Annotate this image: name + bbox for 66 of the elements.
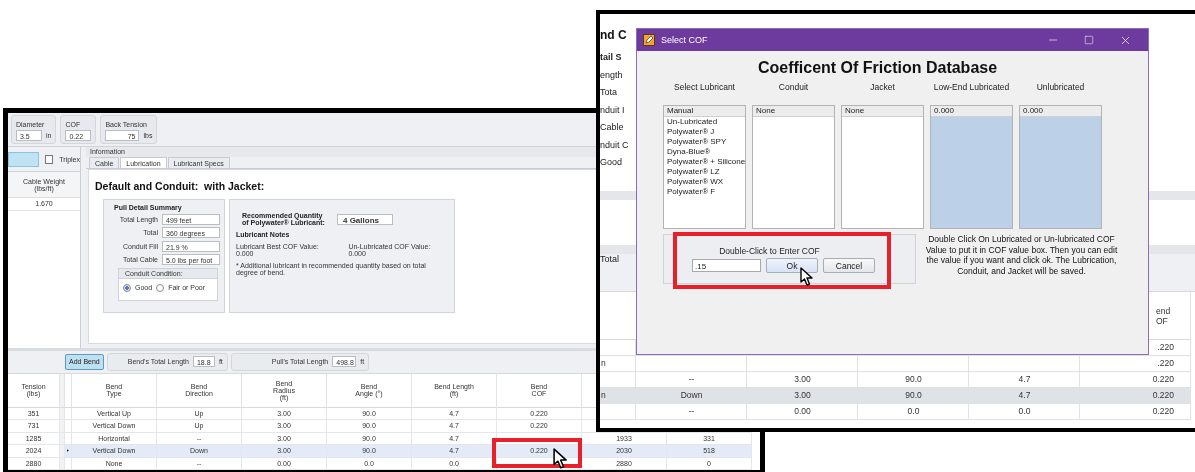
list-item[interactable]: None	[842, 106, 923, 117]
table-cell: 90.0	[858, 372, 969, 388]
list-item[interactable]: Polywater® F	[664, 187, 745, 197]
field-label: Double-Click to Enter COF	[719, 246, 820, 256]
radio-button[interactable]	[123, 283, 131, 292]
list-item[interactable]: Polywater® WX	[664, 177, 745, 187]
list-item[interactable]: Polywater® SPY	[664, 137, 745, 147]
dialog-heading: Coefficent Of Friction Database	[756, 59, 999, 77]
toolbar-button[interactable]	[8, 151, 40, 167]
column-label: Jacket	[869, 82, 896, 94]
column-label: Unlubricated	[1035, 82, 1086, 94]
table-cell: 0.220	[1080, 404, 1191, 420]
table-cell: n	[600, 388, 636, 404]
window-title: Select COF	[661, 35, 709, 45]
field-label: ength	[600, 69, 623, 81]
ok-button[interactable]: Ok	[766, 258, 818, 273]
list-item[interactable]: Dyna-Blue®	[664, 147, 745, 157]
caret-icon	[67, 448, 69, 454]
instruction-text: Double Click On Lubricated or Un-lubricated COF Value to put it in COF value box. Then you can edit the value if you want and click ok. The Lubrication, Conduit, and Jacket will be saved.	[924, 234, 1119, 278]
radio-button[interactable]	[156, 283, 165, 292]
field-label: Tota	[600, 87, 617, 99]
field-label: nduit I	[600, 104, 625, 116]
section-heading: nd C	[600, 28, 627, 42]
table-cell: n	[600, 356, 636, 372]
table-cell: 0.0	[858, 404, 969, 420]
cancel-button[interactable]: Cancel	[823, 258, 875, 273]
list-box[interactable]: None	[752, 105, 835, 229]
field-label: Good	[600, 157, 623, 169]
list-box[interactable]: 0.000	[1019, 105, 1102, 229]
table-cell: 0.00	[747, 404, 858, 420]
list-item[interactable]: None	[753, 106, 834, 117]
table-cell: 90.0	[858, 388, 969, 404]
text-field[interactable]: 4 Gallons	[336, 213, 393, 225]
maximize-icon[interactable]	[1084, 35, 1094, 45]
table-cell: 0.0	[969, 404, 1080, 420]
table-cell: Down	[636, 388, 747, 404]
table-cell: 0.220	[1080, 388, 1191, 404]
table-cell: 4.7	[969, 388, 1080, 404]
column-label: Select Lubricant	[673, 82, 736, 94]
cursor-icon	[800, 267, 816, 287]
app-icon	[643, 34, 655, 46]
list-item[interactable]: Polywater® J	[664, 127, 745, 137]
list-item[interactable]: Manual	[664, 106, 745, 117]
table-cell: --	[636, 404, 747, 420]
column-label: Low-End Lubricated	[932, 82, 1011, 94]
table-cell: .220	[1080, 356, 1191, 372]
list-item[interactable]: Polywater® + Silicone	[664, 157, 745, 167]
field-label: tail S	[600, 52, 622, 64]
section-heading: Default and Conduit: with Jacket:	[95, 180, 265, 193]
list-box[interactable]: None	[841, 105, 924, 229]
field-label: Cable	[600, 122, 624, 134]
list-item[interactable]: 0.000	[931, 106, 1012, 117]
column-label: Conduit	[777, 82, 810, 94]
table-cell: --	[636, 372, 747, 388]
list-item[interactable]: Un-Lubricated	[664, 117, 745, 127]
field-label: Total	[600, 254, 619, 266]
list-box[interactable]: Manual Un-Lubricated Polywater® J Polywater® SPY Dyna-Blue® Polywater® + Silicone Polywater® LZ Polywater® WX Polywater® F	[663, 105, 746, 229]
list-item[interactable]: Polywater® LZ	[664, 167, 745, 177]
cof-input-field[interactable]: .15	[692, 259, 761, 272]
list-box[interactable]: 0.000	[930, 105, 1013, 229]
table-cell: 3.00	[747, 372, 858, 388]
table-cell: 3.00	[747, 388, 858, 404]
list-item[interactable]: 0.000	[1020, 106, 1101, 117]
checkbox[interactable]	[45, 154, 54, 164]
table-cell: 4.7	[969, 372, 1080, 388]
table-cell: 0.220	[1080, 372, 1191, 388]
